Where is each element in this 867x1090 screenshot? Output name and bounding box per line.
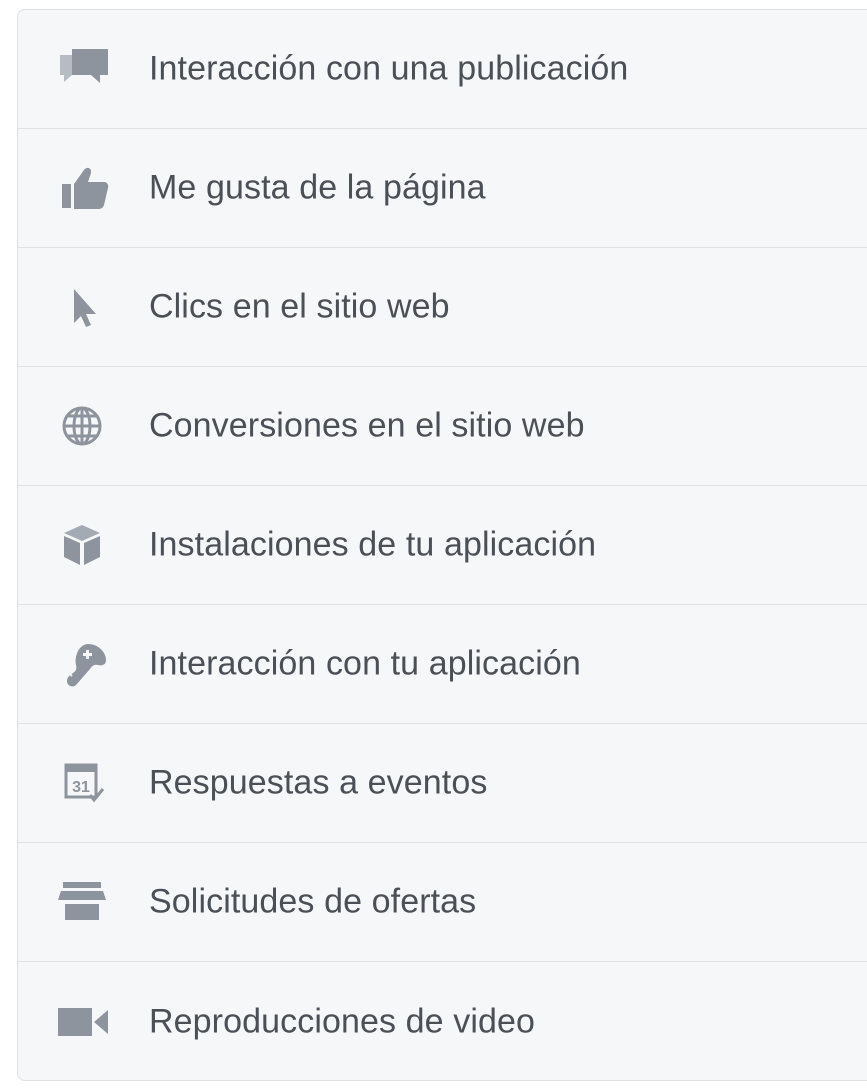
gamepad-icon xyxy=(50,640,114,688)
cube-icon xyxy=(50,521,114,569)
menu-item-offer-claims[interactable]: Solicitudes de ofertas xyxy=(18,843,867,962)
menu-item-event-responses[interactable]: 31 Respuestas a eventos xyxy=(18,724,867,843)
post-engagement-icon xyxy=(50,45,114,93)
menu-item-app-installs[interactable]: Instalaciones de tu aplicación xyxy=(18,486,867,605)
objective-menu: Interacción con una publicación Me gusta… xyxy=(17,9,867,1081)
menu-item-label: Interacción con una publicación xyxy=(149,49,629,88)
menu-item-post-engagement[interactable]: Interacción con una publicación xyxy=(18,10,867,129)
menu-item-label: Reproducciones de video xyxy=(149,1002,535,1040)
menu-item-label: Respuestas a eventos xyxy=(149,763,488,802)
globe-icon xyxy=(50,402,114,450)
menu-item-app-engagement[interactable]: Interacción con tu aplicación xyxy=(18,605,867,724)
menu-item-website-clicks[interactable]: Clics en el sitio web xyxy=(18,248,867,367)
menu-item-page-likes[interactable]: Me gusta de la página xyxy=(18,129,867,248)
menu-item-label: Clics en el sitio web xyxy=(149,287,450,326)
menu-item-label: Interacción con tu aplicación xyxy=(149,644,581,683)
cursor-icon xyxy=(50,283,114,331)
calendar-icon: 31 xyxy=(50,759,114,807)
menu-item-video-views[interactable]: Reproducciones de video xyxy=(18,962,867,1080)
menu-item-label: Instalaciones de tu aplicación xyxy=(149,525,597,564)
menu-item-label: Conversiones en el sitio web xyxy=(149,406,585,445)
menu-item-website-conversions[interactable]: Conversiones en el sitio web xyxy=(18,367,867,486)
menu-item-label: Solicitudes de ofertas xyxy=(149,882,477,921)
svg-text:31: 31 xyxy=(72,779,90,796)
menu-item-label: Me gusta de la página xyxy=(149,168,486,207)
video-camera-icon xyxy=(50,998,114,1046)
thumbs-up-icon xyxy=(50,164,114,212)
storefront-icon xyxy=(50,878,114,926)
